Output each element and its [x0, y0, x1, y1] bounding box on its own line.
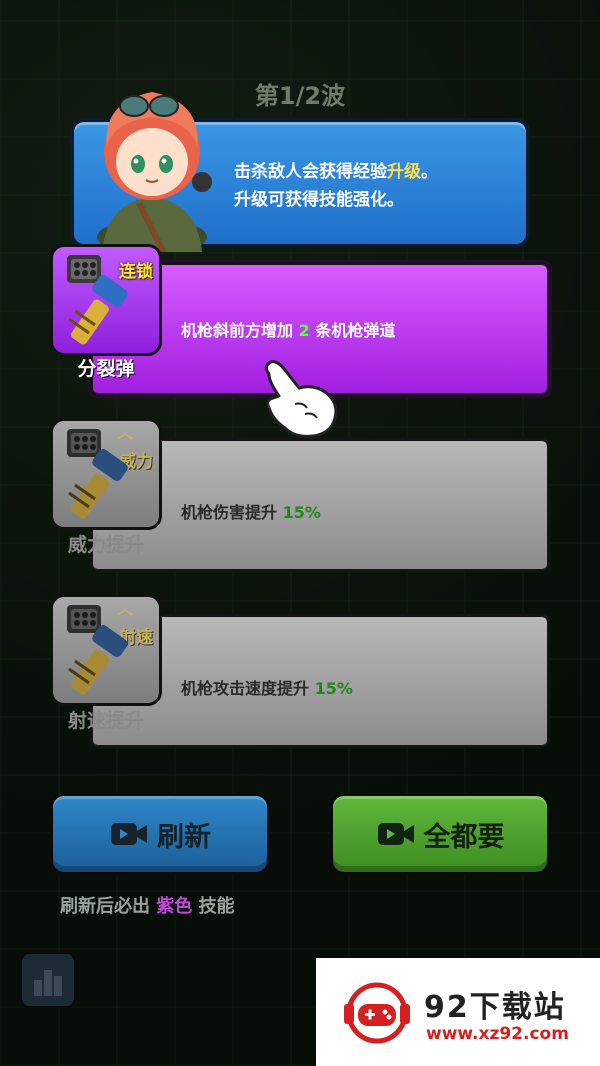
stats-button[interactable] [20, 952, 76, 1008]
skill-desc-2: 机枪伤害提升 15% [181, 499, 321, 523]
tutorial-line1-prefix: 击杀敌人会获得经验 [234, 162, 387, 182]
video-ad-icon [111, 823, 147, 845]
machine-gun-icon [67, 429, 128, 519]
refresh-hint: 刷新后必出 紫色 技能 [60, 892, 235, 918]
skill-icon-tile-1[interactable]: 连锁 [50, 244, 162, 356]
skill-desc-3-value: 15% [314, 679, 353, 698]
skill-icon-tile-2[interactable]: ︿ 威力 [50, 418, 162, 530]
refresh-button-label: 刷新 [157, 821, 211, 853]
machine-gun-icon [67, 605, 128, 695]
take-all-button-label: 全都要 [423, 821, 505, 853]
watermark: 92下载站 www.xz92.com [316, 958, 600, 1066]
tutorial-highlight: 升级 [387, 162, 421, 182]
skill-desc-1: 机枪斜前方增加 2 条机枪弹道 [181, 317, 395, 341]
tutorial-line2: 升级可获得技能强化。 [234, 190, 404, 210]
watermark-url: www.xz92.com [426, 1024, 569, 1044]
skill-name-1: 分裂弹 [77, 358, 135, 380]
take-all-button[interactable]: 全都要 [330, 793, 550, 875]
watermark-title: 92下载站 [424, 990, 566, 1025]
hint-suffix: 技能 [198, 896, 235, 917]
tutorial-text: 击杀敌人会获得经验升级。 升级可获得技能强化。 [234, 158, 524, 214]
skill-name-2: 威力提升 [67, 534, 144, 556]
skill-desc-3-prefix: 机枪攻击速度提升 [181, 679, 310, 698]
skill-desc-1-prefix: 机枪斜前方增加 [181, 321, 294, 340]
pointing-hand-icon [264, 360, 338, 438]
skill-icon-tile-3[interactable]: ︿ 射速 [50, 594, 162, 706]
skill-desc-3: 机枪攻击速度提升 15% [181, 675, 353, 699]
bar-chart-icon [34, 970, 62, 996]
skill-desc-2-value: 15% [282, 503, 321, 522]
hero-portrait [97, 92, 212, 252]
hint-highlight: 紫色 [156, 896, 193, 917]
skill-desc-1-suffix: 条机枪弹道 [315, 321, 396, 340]
skill-desc-1-value: 2 [298, 321, 310, 340]
hint-prefix: 刷新后必出 [60, 896, 150, 917]
video-ad-icon [377, 823, 414, 845]
machine-gun-icon [67, 255, 128, 345]
skill-name-3: 射速提升 [67, 710, 144, 732]
skill-desc-2-prefix: 机枪伤害提升 [181, 503, 278, 522]
gamepad-logo-icon [344, 982, 410, 1044]
tutorial-line1-suffix: 。 [421, 162, 438, 182]
refresh-button[interactable]: 刷新 [50, 793, 270, 875]
